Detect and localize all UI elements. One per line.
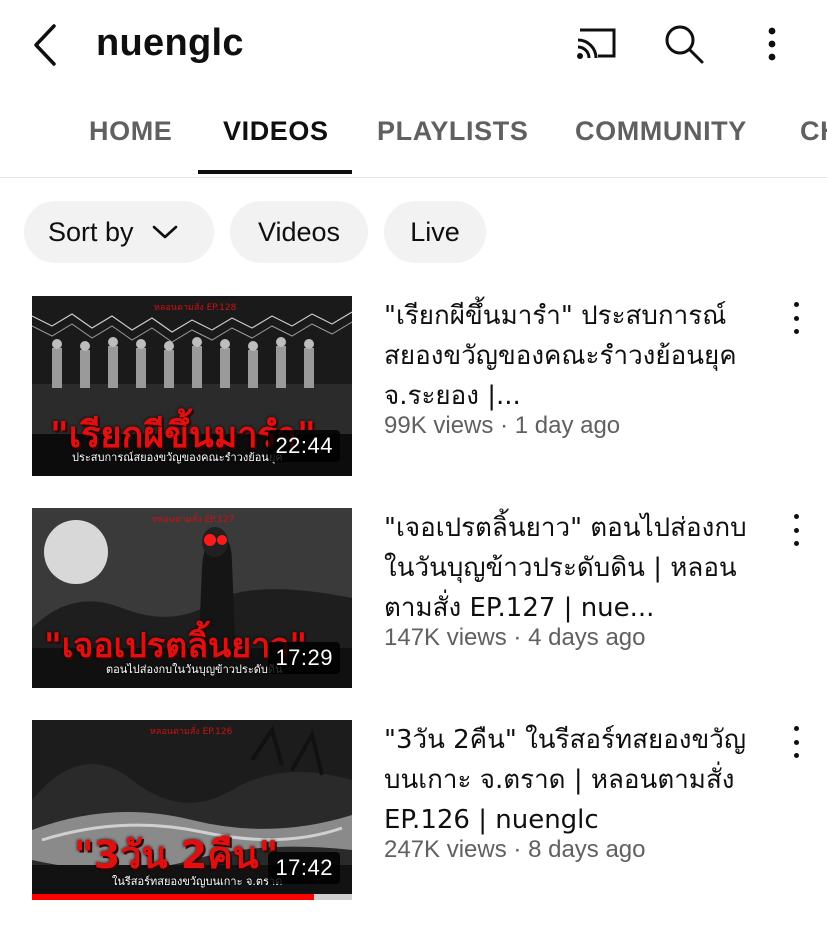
thumbnail-subtitle: ประสบการณ์สยองขวัญของคณะรำวงย้อนยุค (72, 451, 283, 464)
live-chip[interactable]: Live (384, 201, 486, 263)
video-meta: 247K views · 8 days ago (384, 836, 784, 864)
back-arrow-icon[interactable] (30, 22, 66, 68)
sort-by-label: Sort by (48, 216, 134, 247)
meta-separator: · (500, 412, 509, 439)
videos-chip[interactable]: Videos (230, 201, 368, 263)
duration-badge: 17:42 (268, 852, 340, 884)
video-more-options-icon[interactable] (782, 726, 810, 758)
video-item[interactable]: หลอนตามสั่ง EP.126 "3วัน 2คืน" ในรีสอร์ท… (0, 720, 827, 900)
upload-age: 4 days ago (528, 624, 646, 651)
duration-badge: 22:44 (268, 430, 340, 462)
live-chip-label: Live (410, 216, 460, 247)
meta-separator: · (513, 624, 522, 651)
thumbnail-episode-label: หลอนตามสั่ง EP.128 (154, 303, 237, 313)
sort-by-chip[interactable]: Sort by (24, 201, 214, 263)
tab-community[interactable]: COMMUNITY (575, 116, 747, 147)
active-tab-indicator (198, 170, 352, 174)
more-options-icon[interactable] (746, 18, 798, 70)
meta-separator: · (513, 836, 522, 863)
thumbnail-episode-label: หลอนตามสั่ง EP.127 (152, 515, 235, 525)
cast-icon[interactable] (570, 18, 622, 70)
search-icon[interactable] (658, 18, 710, 70)
tabs-divider (0, 177, 827, 178)
top-app-bar: nuenglc (0, 0, 827, 92)
thumbnail-episode-label: หลอนตามสั่ง EP.126 (150, 727, 233, 737)
video-title[interactable]: "เรียกผีขึ้นมารำ" ประสบการณ์สยองขวัญของค… (384, 296, 774, 416)
tab-videos[interactable]: VIDEOS (223, 116, 329, 147)
video-title[interactable]: "เจอเปรตลิ้นยาว" ตอนไปส่องกบในวันบุญข้าว… (384, 508, 774, 628)
video-thumbnail[interactable]: หลอนตามสั่ง EP.128 "เรียกผีขึ้นมารำ" ประ… (32, 296, 352, 476)
video-meta: 99K views · 1 day ago (384, 412, 784, 440)
video-item[interactable]: หลอนตามสั่ง EP.128 "เรียกผีขึ้นมารำ" ประ… (0, 296, 827, 476)
view-count: 99K views (384, 412, 494, 439)
video-meta: 147K views · 4 days ago (384, 624, 784, 652)
video-item[interactable]: หลอนตามสั่ง EP.127 "เจอเปรตลิ้นยาว" ตอนไ… (0, 508, 827, 688)
chevron-down-icon (152, 224, 178, 240)
video-more-options-icon[interactable] (782, 302, 810, 334)
tab-playlists[interactable]: PLAYLISTS (377, 116, 528, 147)
video-more-options-icon[interactable] (782, 514, 810, 546)
upload-age: 8 days ago (528, 836, 646, 863)
video-title[interactable]: "3วัน 2คืน" ในรีสอร์ทสยองขวัญบนเกาะ จ.ตร… (384, 720, 774, 840)
videos-chip-label: Videos (257, 216, 341, 247)
thumbnail-subtitle: ในรีสอร์ทสยองขวัญบนเกาะ จ.ตราด (112, 875, 283, 888)
upload-age: 1 day ago (514, 412, 621, 439)
video-thumbnail[interactable]: หลอนตามสั่ง EP.126 "3วัน 2คืน" ในรีสอร์ท… (32, 720, 352, 900)
thumbnail-subtitle: ตอนไปส่องกบในวันบุญข้าวประดับดิน (106, 663, 283, 676)
tab-channels-partial[interactable]: CH (800, 116, 827, 147)
tab-home[interactable]: HOME (89, 116, 172, 147)
video-thumbnail[interactable]: หลอนตามสั่ง EP.127 "เจอเปรตลิ้นยาว" ตอนไ… (32, 508, 352, 688)
view-count: 147K views (384, 624, 507, 651)
duration-badge: 17:29 (268, 642, 340, 674)
view-count: 247K views (384, 836, 507, 863)
channel-tabs: HOME VIDEOS PLAYLISTS COMMUNITY CH (0, 100, 827, 178)
channel-name: nuenglc (96, 22, 244, 64)
watch-progress-bar (32, 894, 314, 900)
